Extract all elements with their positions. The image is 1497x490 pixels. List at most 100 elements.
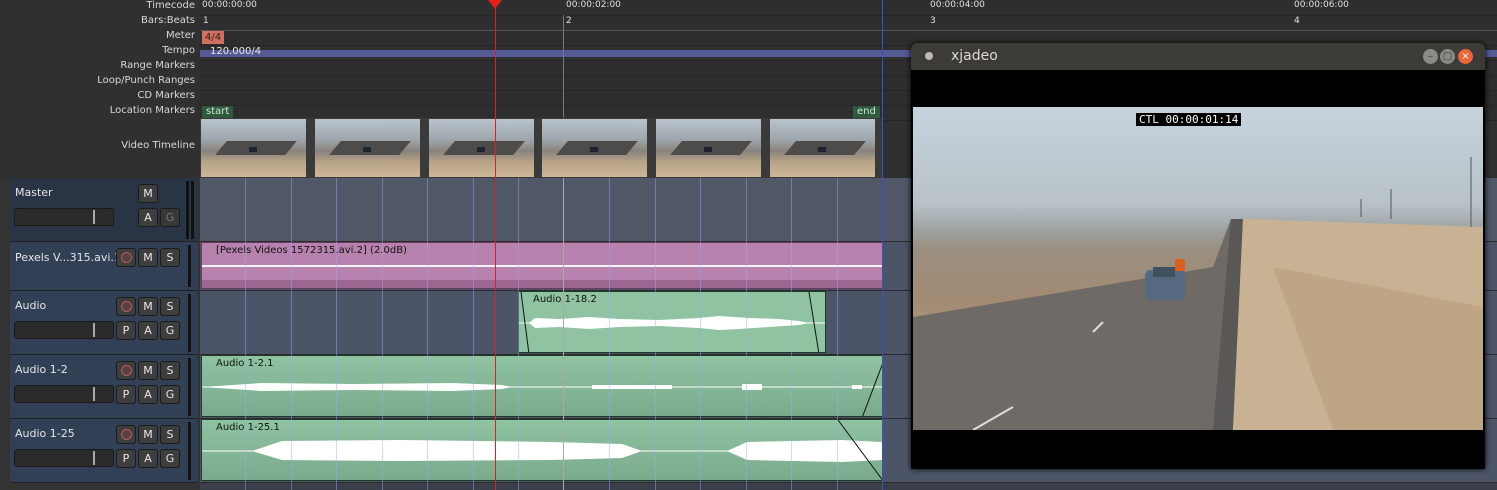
bars-beats-ruler[interactable]: 1 2 3 4 bbox=[200, 15, 1497, 31]
playhead[interactable] bbox=[495, 0, 496, 490]
audio-region[interactable]: Audio 1-2.1 bbox=[201, 355, 883, 417]
ruler-label-cd-markers[interactable]: CD Markers bbox=[137, 90, 195, 105]
video-frame bbox=[201, 119, 306, 177]
grid-line bbox=[700, 178, 701, 490]
close-icon[interactable]: × bbox=[1458, 49, 1473, 64]
bar-divider bbox=[563, 15, 564, 118]
end-marker[interactable]: end bbox=[853, 106, 880, 118]
grid-line bbox=[382, 178, 383, 490]
xjadeo-window[interactable]: xjadeo – □ × CTL 00:00:01:14 bbox=[911, 43, 1485, 469]
track-name[interactable]: Audio 1-25 bbox=[15, 427, 75, 440]
group-button[interactable]: G bbox=[160, 385, 180, 404]
session-end-line bbox=[882, 178, 883, 490]
level-meter bbox=[188, 422, 191, 480]
group-button[interactable]: G bbox=[160, 321, 180, 340]
record-enable-button[interactable] bbox=[116, 297, 136, 316]
ruler-label-loop-punch[interactable]: Loop/Punch Ranges bbox=[97, 75, 195, 90]
video-scene bbox=[913, 157, 1483, 430]
playlist-button[interactable]: P bbox=[116, 385, 136, 404]
playhead-handle[interactable] bbox=[488, 0, 502, 9]
maximize-icon[interactable]: □ bbox=[1440, 49, 1455, 64]
timecode-tick: 00:00:06:00 bbox=[1294, 0, 1349, 10]
record-enable-button[interactable] bbox=[116, 361, 136, 380]
automation-button[interactable]: A bbox=[138, 208, 158, 227]
mute-button[interactable]: M bbox=[138, 248, 158, 267]
audio-region[interactable]: Audio 1-18.2 bbox=[518, 291, 826, 353]
level-meter bbox=[188, 358, 191, 416]
audio-region[interactable]: Audio 1-25.1 bbox=[201, 419, 883, 481]
track-name[interactable]: Pexels V...315.avi.1 bbox=[15, 251, 121, 264]
track-header-audio-1-2[interactable]: Audio 1-2 M S P A G bbox=[10, 355, 198, 419]
tempo-marker[interactable]: 120.000/4 bbox=[202, 45, 267, 59]
playlist-button[interactable]: P bbox=[116, 321, 136, 340]
track-headers: Master M A G Pexels V...315.avi.1 M S Au… bbox=[0, 178, 200, 490]
video-frame-display: CTL 00:00:01:14 bbox=[913, 107, 1483, 430]
video-timeline[interactable] bbox=[200, 118, 882, 178]
midi-region[interactable]: [Pexels Videos 1572315.avi.2] (2.0dB) bbox=[201, 242, 883, 289]
meter-marker[interactable]: 4/4 bbox=[202, 31, 225, 44]
level-meter bbox=[191, 181, 194, 239]
ruler-label-timecode[interactable]: Timecode bbox=[146, 0, 195, 15]
grid-line bbox=[245, 178, 246, 490]
grid-line bbox=[746, 178, 747, 490]
waveform bbox=[519, 292, 825, 352]
window-titlebar[interactable]: xjadeo – □ × bbox=[911, 43, 1485, 70]
ruler-label-location-markers[interactable]: Location Markers bbox=[110, 105, 195, 120]
automation-button[interactable]: A bbox=[138, 449, 158, 468]
video-frame bbox=[429, 119, 534, 177]
grid-line bbox=[473, 178, 474, 490]
mute-button[interactable]: M bbox=[138, 361, 158, 380]
ruler-labels: Timecode Bars:Beats Meter Tempo Range Ma… bbox=[0, 0, 200, 118]
minimize-icon[interactable]: – bbox=[1423, 49, 1438, 64]
automation-button[interactable]: A bbox=[138, 321, 158, 340]
bar-tick: 4 bbox=[1294, 16, 1300, 26]
grid-line bbox=[837, 178, 838, 490]
gain-fader[interactable] bbox=[14, 321, 114, 339]
track-header-pexels[interactable]: Pexels V...315.avi.1 M S bbox=[10, 242, 198, 291]
solo-button[interactable]: S bbox=[160, 361, 180, 380]
session-end-line-ruler bbox=[882, 0, 883, 178]
bar-tick: 3 bbox=[930, 16, 936, 26]
track-name[interactable]: Audio 1-2 bbox=[15, 363, 68, 376]
grid-line bbox=[427, 178, 428, 490]
track-header-master[interactable]: Master M A G bbox=[10, 178, 198, 242]
solo-button[interactable]: S bbox=[160, 297, 180, 316]
track-name[interactable]: Master bbox=[15, 186, 53, 199]
gain-fader[interactable] bbox=[14, 208, 114, 226]
ruler-label-range-markers[interactable]: Range Markers bbox=[120, 60, 195, 75]
timecode-tick: 00:00:02:00 bbox=[566, 0, 621, 10]
timecode-ruler[interactable]: 00:00:00:00 00:00:02:00 00:00:04:00 00:0… bbox=[200, 0, 1497, 16]
record-enable-button[interactable] bbox=[116, 248, 136, 267]
video-frame bbox=[542, 119, 647, 177]
grid-line bbox=[791, 178, 792, 490]
bar-tick: 1 bbox=[203, 16, 209, 26]
group-button[interactable]: G bbox=[160, 208, 180, 227]
gain-line bbox=[202, 265, 882, 267]
group-button[interactable]: G bbox=[160, 449, 180, 468]
solo-button[interactable]: S bbox=[160, 248, 180, 267]
mute-button[interactable]: M bbox=[138, 297, 158, 316]
ruler-label-bars-beats[interactable]: Bars:Beats bbox=[141, 15, 195, 30]
video-timeline-label: Video Timeline bbox=[121, 140, 195, 151]
automation-button[interactable]: A bbox=[138, 385, 158, 404]
solo-button[interactable]: S bbox=[160, 425, 180, 444]
gain-fader[interactable] bbox=[14, 449, 114, 467]
mute-button[interactable]: M bbox=[138, 425, 158, 444]
ruler-label-tempo[interactable]: Tempo bbox=[162, 45, 195, 60]
mute-button[interactable]: M bbox=[138, 184, 158, 203]
gain-fader[interactable] bbox=[14, 385, 114, 403]
video-frame bbox=[315, 119, 420, 177]
track-header-audio[interactable]: Audio M S P A G bbox=[10, 291, 198, 355]
start-marker[interactable]: start bbox=[202, 106, 234, 118]
video-frame bbox=[656, 119, 761, 177]
waveform bbox=[202, 363, 882, 416]
level-meter bbox=[188, 245, 191, 287]
track-header-audio-1-25[interactable]: Audio 1-25 M S P A G bbox=[10, 419, 198, 483]
track-name[interactable]: Audio bbox=[15, 299, 46, 312]
grid-line bbox=[336, 178, 337, 490]
window-menu-icon[interactable] bbox=[925, 52, 933, 60]
level-meter bbox=[188, 294, 191, 352]
ruler-label-meter[interactable]: Meter bbox=[166, 30, 195, 45]
playlist-button[interactable]: P bbox=[116, 449, 136, 468]
record-enable-button[interactable] bbox=[116, 425, 136, 444]
